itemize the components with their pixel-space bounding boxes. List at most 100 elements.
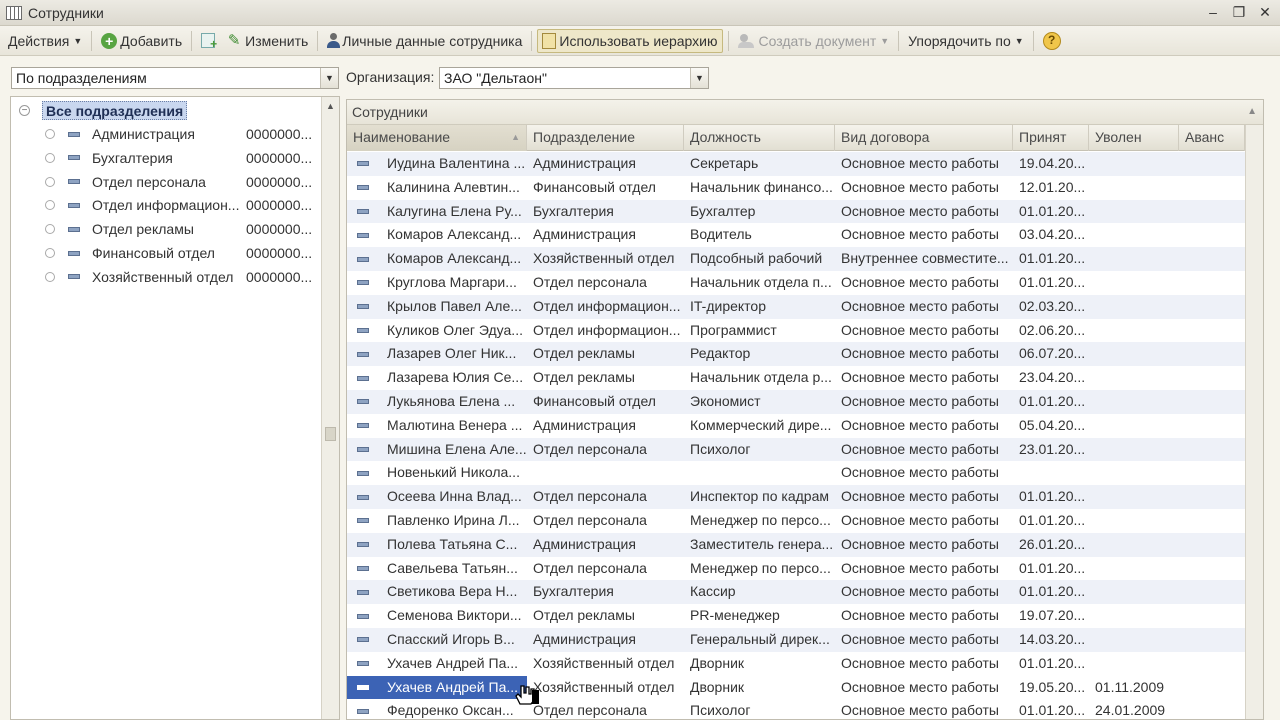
tree-item[interactable]: Отдел информацион... 0000000...	[45, 194, 315, 216]
help-button[interactable]: ?	[1039, 29, 1068, 53]
tree-item[interactable]: Финансовый отдел 0000000...	[45, 242, 315, 264]
cell-text: Основное место работы	[841, 678, 999, 695]
table-row[interactable]: Лазарева Юлия Се... Отдел рекламы Начальни…	[347, 366, 1245, 390]
organization-select[interactable]: ЗАО "Дельтаон" ▼	[439, 67, 709, 89]
tree-item[interactable]: Администрация 0000000...	[45, 123, 315, 145]
order-by-button[interactable]: Упорядочить по ▼	[904, 29, 1028, 53]
column-header[interactable]: Должность	[684, 125, 835, 151]
table-row[interactable]: Куликов Олег Эдуа... Отдел информацион...…	[347, 319, 1245, 343]
actions-menu-button[interactable]: Действия ▼	[4, 29, 86, 53]
column-header[interactable]: Аванс	[1179, 125, 1245, 151]
tree-item[interactable]: Отдел персонала 0000000...	[45, 171, 315, 193]
cell-text: Крылов Павел Але...	[387, 297, 522, 314]
table-row[interactable]: Семенова Виктори... Отдел рекламы PR-менед…	[347, 604, 1245, 628]
tree-item[interactable]: Бухгалтерия 0000000...	[45, 147, 315, 169]
hierarchy-icon	[542, 32, 557, 49]
copy-button[interactable]	[197, 29, 222, 53]
organization-label: Организация:	[346, 69, 435, 85]
cell-text: Администрация	[533, 155, 636, 171]
table-cell: Водитель	[684, 223, 835, 247]
column-header[interactable]: Подразделение	[527, 125, 684, 151]
table-row[interactable]: Новенький Никола... Основное место работы	[347, 461, 1245, 485]
table-cell	[1089, 557, 1179, 581]
employee-icon	[357, 494, 369, 500]
table-cell	[1179, 414, 1245, 438]
table-cell	[1179, 485, 1245, 509]
table-cell: 01.01.20...	[1013, 200, 1089, 224]
column-header[interactable]: Наименование ▲	[347, 125, 527, 151]
employee-icon	[357, 161, 369, 167]
tree-scrollbar[interactable]: ▲	[321, 97, 339, 719]
column-header[interactable]: Вид договора	[835, 125, 1013, 151]
table-row[interactable]: Ухачев Андрей Па... Хозяйственный отдел Дв…	[347, 675, 1245, 700]
department-icon	[68, 202, 80, 208]
table-row[interactable]: Павленко Ирина Л... Отдел персонала Менедж…	[347, 509, 1245, 533]
list-window-icon	[6, 5, 22, 20]
cell-text: Хозяйственный отдел	[533, 654, 675, 671]
table-row[interactable]: Калугина Елена Ру... Бухгалтерия Бухгалтер…	[347, 199, 1245, 224]
collapse-up-icon[interactable]: ▲	[1247, 106, 1257, 117]
tree-item[interactable]: Хозяйственный отдел 0000000...	[45, 266, 315, 288]
table-cell: 01.01.20...	[1013, 580, 1089, 604]
table-row[interactable]: Комаров Александ... Администрация Водитель…	[347, 223, 1245, 247]
table-cell: Ухачев Андрей Па...	[347, 652, 527, 676]
dropdown-arrow-icon[interactable]: ▼	[690, 68, 708, 88]
table-row[interactable]: Комаров Александ... Хозяйственный отдел По…	[347, 247, 1245, 271]
table-cell	[1179, 247, 1245, 271]
cell-text: Секретарь	[690, 155, 759, 171]
collapse-icon[interactable]: −	[19, 105, 30, 116]
table-row[interactable]: Федоренко Оксан... Отдел персонала Психоло…	[347, 699, 1245, 720]
cell-text: Отдел рекламы	[533, 607, 635, 624]
cell-text: Основное место работы	[841, 488, 999, 505]
table-row[interactable]: Малютина Венера ... Администрация Коммерче…	[347, 414, 1245, 438]
scroll-up-icon[interactable]: ▲	[322, 97, 339, 115]
table-row[interactable]: Савельева Татьян... Отдел персонала Менедж…	[347, 557, 1245, 581]
table-row[interactable]: Круглова Маргари... Отдел персонала Началь…	[347, 271, 1245, 295]
table-scrollbar[interactable]	[1245, 125, 1263, 719]
cell-text: Менеджер по персо...	[690, 511, 831, 528]
tree-item[interactable]: Отдел рекламы 0000000...	[45, 218, 315, 240]
view-mode-select[interactable]: По подразделениям ▼	[11, 67, 339, 89]
scroll-grip[interactable]	[325, 427, 336, 441]
table-cell: Полева Татьяна С...	[347, 533, 527, 557]
cell-text: Основное место работы	[841, 178, 999, 195]
table-cell	[1179, 699, 1245, 720]
table-cell	[1089, 247, 1179, 271]
personal-data-button[interactable]: Личные данные сотрудника	[323, 29, 526, 53]
table-cell: 14.03.20...	[1013, 628, 1089, 652]
table-row[interactable]: Полева Татьяна С... Администрация Заместит…	[347, 532, 1245, 557]
table-row[interactable]: Иудина Валентина ... Администрация Секрета…	[347, 152, 1245, 176]
table-row[interactable]: Лазарев Олег Ник... Отдел рекламы Редактор…	[347, 342, 1245, 367]
close-icon[interactable]: ✕	[1256, 3, 1274, 21]
table-cell: Основное место работы	[835, 295, 1013, 319]
table-row[interactable]: Ухачев Андрей Па... Хозяйственный отдел Дв…	[347, 652, 1245, 676]
table-cell: Малютина Венера ...	[347, 414, 527, 438]
cell-text: Основное место работы	[841, 155, 999, 171]
cell-text: Психолог	[690, 702, 751, 719]
cell-text: Финансовый отдел	[533, 178, 656, 195]
table-row[interactable]: Осеева Инна Влад... Отдел персонала Инспек…	[347, 485, 1245, 509]
tree-root-item[interactable]: − Все подразделения	[19, 101, 188, 120]
table-row[interactable]: Лукьянова Елена ... Финансовый отдел Эконо…	[347, 389, 1245, 414]
create-document-button[interactable]: Создать документ ▼	[734, 29, 894, 53]
table-row[interactable]: Крылов Павел Але... Отдел информацион... I…	[347, 294, 1245, 319]
table-cell: Отдел персонала	[527, 485, 684, 509]
restore-icon[interactable]: ❐	[1230, 3, 1248, 21]
table-row[interactable]: Калинина Алевтин... Финансовый отдел Начал…	[347, 176, 1245, 200]
column-header[interactable]: Уволен	[1089, 125, 1179, 151]
use-hierarchy-label: Использовать иерархию	[559, 32, 718, 49]
table-row[interactable]: Мишина Елена Але... Отдел персонала Психол…	[347, 437, 1245, 462]
table-row[interactable]: Спасский Игорь В... Администрация Генераль…	[347, 627, 1245, 652]
column-header[interactable]: Принят	[1013, 125, 1089, 151]
pencil-icon: ✎	[227, 31, 241, 49]
edit-button[interactable]: ✎ Изменить	[222, 29, 312, 53]
dropdown-arrow-icon[interactable]: ▼	[320, 68, 338, 88]
tree-root-label: Все подразделения	[42, 101, 188, 120]
cell-text: Основное место работы	[841, 583, 999, 600]
add-button[interactable]: + Добавить	[97, 29, 186, 53]
table-cell: Круглова Маргари...	[347, 271, 527, 295]
cell-text: Менеджер по персо...	[690, 559, 831, 576]
use-hierarchy-toggle[interactable]: Использовать иерархию	[537, 28, 723, 53]
minimize-icon[interactable]: –	[1204, 3, 1222, 21]
table-row[interactable]: Светикова Вера Н... Бухгалтерия Кассир Осно…	[347, 580, 1245, 605]
